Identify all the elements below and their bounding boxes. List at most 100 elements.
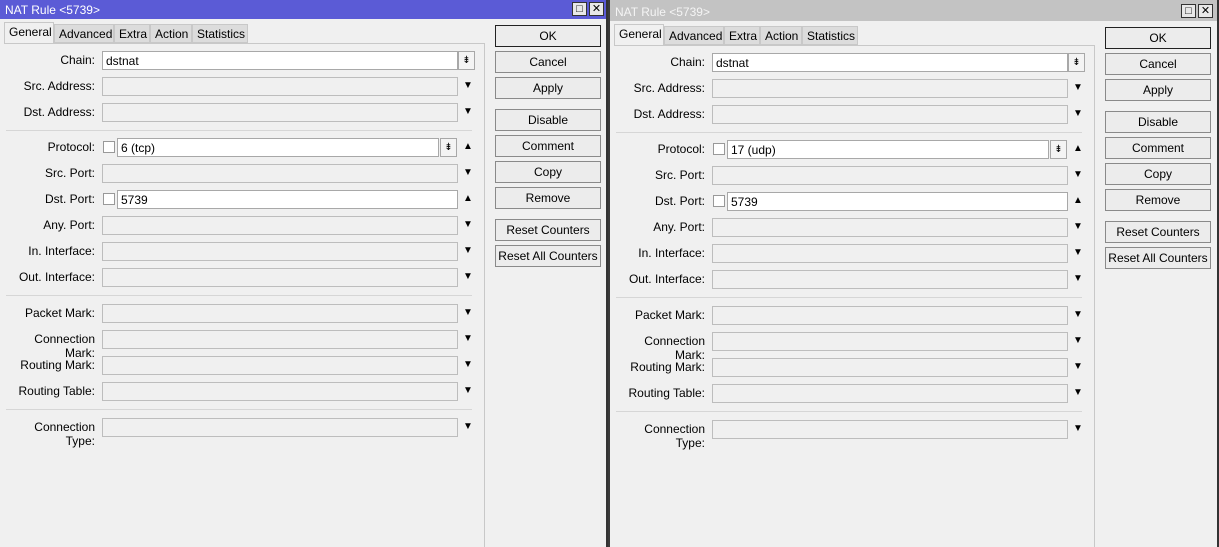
- expand-down-icon[interactable]: ▼: [1072, 247, 1084, 258]
- src-address-field[interactable]: [102, 77, 458, 96]
- dst-port-invert-checkbox[interactable]: [713, 195, 725, 207]
- expand-down-icon[interactable]: ▼: [1072, 335, 1084, 346]
- select-dropdown-icon[interactable]: ⇟: [1050, 140, 1067, 159]
- reset-counters-button[interactable]: Reset Counters: [1105, 221, 1211, 243]
- expand-down-icon[interactable]: ▼: [462, 219, 474, 230]
- maximize-icon[interactable]: □: [1181, 4, 1196, 18]
- expand-down-icon[interactable]: ▼: [462, 245, 474, 256]
- chain-field[interactable]: dstnat: [712, 53, 1068, 72]
- expand-down-icon[interactable]: ▼: [1072, 361, 1084, 372]
- apply-button[interactable]: Apply: [1105, 79, 1211, 101]
- dst-port-field[interactable]: 5739: [727, 192, 1068, 211]
- protocol-invert-checkbox[interactable]: [103, 141, 115, 153]
- dst-port-label: Dst. Port:: [44, 192, 95, 206]
- ok-button[interactable]: OK: [495, 25, 601, 47]
- copy-button[interactable]: Copy: [495, 161, 601, 183]
- collapse-up-icon[interactable]: ▲: [462, 141, 474, 152]
- expand-down-icon[interactable]: ▼: [462, 421, 474, 432]
- protocol-invert-checkbox[interactable]: [713, 143, 725, 155]
- expand-down-icon[interactable]: ▼: [1072, 273, 1084, 284]
- connection-mark-field[interactable]: [102, 330, 458, 349]
- tab-statistics[interactable]: Statistics: [802, 26, 858, 45]
- dst-port-invert-checkbox[interactable]: [103, 193, 115, 205]
- src-port-label: Src. Port:: [654, 168, 705, 182]
- collapse-up-icon[interactable]: ▲: [1072, 195, 1084, 206]
- tab-extra[interactable]: Extra: [114, 24, 150, 43]
- expand-down-icon[interactable]: ▼: [1072, 387, 1084, 398]
- connection-mark-field[interactable]: [712, 332, 1068, 351]
- disable-button[interactable]: Disable: [495, 109, 601, 131]
- expand-down-icon[interactable]: ▼: [462, 106, 474, 117]
- expand-down-icon[interactable]: ▼: [1072, 82, 1084, 93]
- expand-down-icon[interactable]: ▼: [1072, 221, 1084, 232]
- reset-all-counters-button[interactable]: Reset All Counters: [495, 245, 601, 267]
- tab-extra[interactable]: Extra: [724, 26, 760, 45]
- out-interface-field[interactable]: [712, 270, 1068, 289]
- routing-table-field[interactable]: [102, 382, 458, 401]
- expand-down-icon[interactable]: ▼: [1072, 309, 1084, 320]
- src-address-field[interactable]: [712, 79, 1068, 98]
- protocol-field[interactable]: 17 (udp): [727, 140, 1049, 159]
- copy-button[interactable]: Copy: [1105, 163, 1211, 185]
- comment-button[interactable]: Comment: [495, 135, 601, 157]
- reset-counters-button[interactable]: Reset Counters: [495, 219, 601, 241]
- remove-button[interactable]: Remove: [495, 187, 601, 209]
- any-port-field[interactable]: [102, 216, 458, 235]
- reset-all-counters-button[interactable]: Reset All Counters: [1105, 247, 1211, 269]
- expand-down-icon[interactable]: ▼: [1072, 169, 1084, 180]
- close-icon[interactable]: ✕: [589, 2, 604, 16]
- cancel-button[interactable]: Cancel: [1105, 53, 1211, 75]
- routing-mark-field[interactable]: [712, 358, 1068, 377]
- tab-action[interactable]: Action: [760, 26, 802, 45]
- connection-type-field[interactable]: [102, 418, 458, 437]
- routing-table-field[interactable]: [712, 384, 1068, 403]
- expand-down-icon[interactable]: ▼: [462, 80, 474, 91]
- src-port-field[interactable]: [102, 164, 458, 183]
- tab-statistics[interactable]: Statistics: [192, 24, 248, 43]
- dst-port-field[interactable]: 5739: [117, 190, 458, 209]
- packet-mark-field[interactable]: [712, 306, 1068, 325]
- expand-down-icon[interactable]: ▼: [462, 167, 474, 178]
- select-dropdown-icon[interactable]: ⇟: [1068, 53, 1085, 72]
- dst-address-field[interactable]: [712, 105, 1068, 124]
- expand-down-icon[interactable]: ▼: [462, 385, 474, 396]
- connection-type-field[interactable]: [712, 420, 1068, 439]
- in-interface-field[interactable]: [712, 244, 1068, 263]
- routing-mark-field[interactable]: [102, 356, 458, 375]
- tab-advanced[interactable]: Advanced: [664, 26, 724, 45]
- collapse-up-icon[interactable]: ▲: [462, 193, 474, 204]
- out-interface-label: Out. Interface:: [628, 272, 705, 286]
- expand-down-icon[interactable]: ▼: [462, 333, 474, 344]
- cancel-button[interactable]: Cancel: [495, 51, 601, 73]
- expand-down-icon[interactable]: ▼: [1072, 423, 1084, 434]
- protocol-field[interactable]: 6 (tcp): [117, 138, 439, 157]
- chain-field[interactable]: dstnat: [102, 51, 458, 70]
- any-port-field[interactable]: [712, 218, 1068, 237]
- remove-button[interactable]: Remove: [1105, 189, 1211, 211]
- packet-mark-field[interactable]: [102, 304, 458, 323]
- expand-down-icon[interactable]: ▼: [462, 271, 474, 282]
- ok-button[interactable]: OK: [1105, 27, 1211, 49]
- comment-button[interactable]: Comment: [1105, 137, 1211, 159]
- in-interface-field[interactable]: [102, 242, 458, 261]
- expand-down-icon[interactable]: ▼: [462, 359, 474, 370]
- tab-general[interactable]: General: [4, 22, 54, 44]
- dst-address-field[interactable]: [102, 103, 458, 122]
- dst-address-label: Dst. Address:: [23, 105, 95, 119]
- select-dropdown-icon[interactable]: ⇟: [458, 51, 475, 70]
- tab-general[interactable]: General: [614, 24, 664, 46]
- connection-type-label: Connection Type:: [644, 422, 705, 450]
- src-port-field[interactable]: [712, 166, 1068, 185]
- maximize-icon[interactable]: □: [572, 2, 587, 16]
- select-dropdown-icon[interactable]: ⇟: [440, 138, 457, 157]
- disable-button[interactable]: Disable: [1105, 111, 1211, 133]
- close-icon[interactable]: ✕: [1198, 4, 1213, 18]
- expand-down-icon[interactable]: ▼: [462, 307, 474, 318]
- separator: [616, 411, 1082, 412]
- tab-action[interactable]: Action: [150, 24, 192, 43]
- expand-down-icon[interactable]: ▼: [1072, 108, 1084, 119]
- tab-advanced[interactable]: Advanced: [54, 24, 114, 43]
- apply-button[interactable]: Apply: [495, 77, 601, 99]
- out-interface-field[interactable]: [102, 268, 458, 287]
- collapse-up-icon[interactable]: ▲: [1072, 143, 1084, 154]
